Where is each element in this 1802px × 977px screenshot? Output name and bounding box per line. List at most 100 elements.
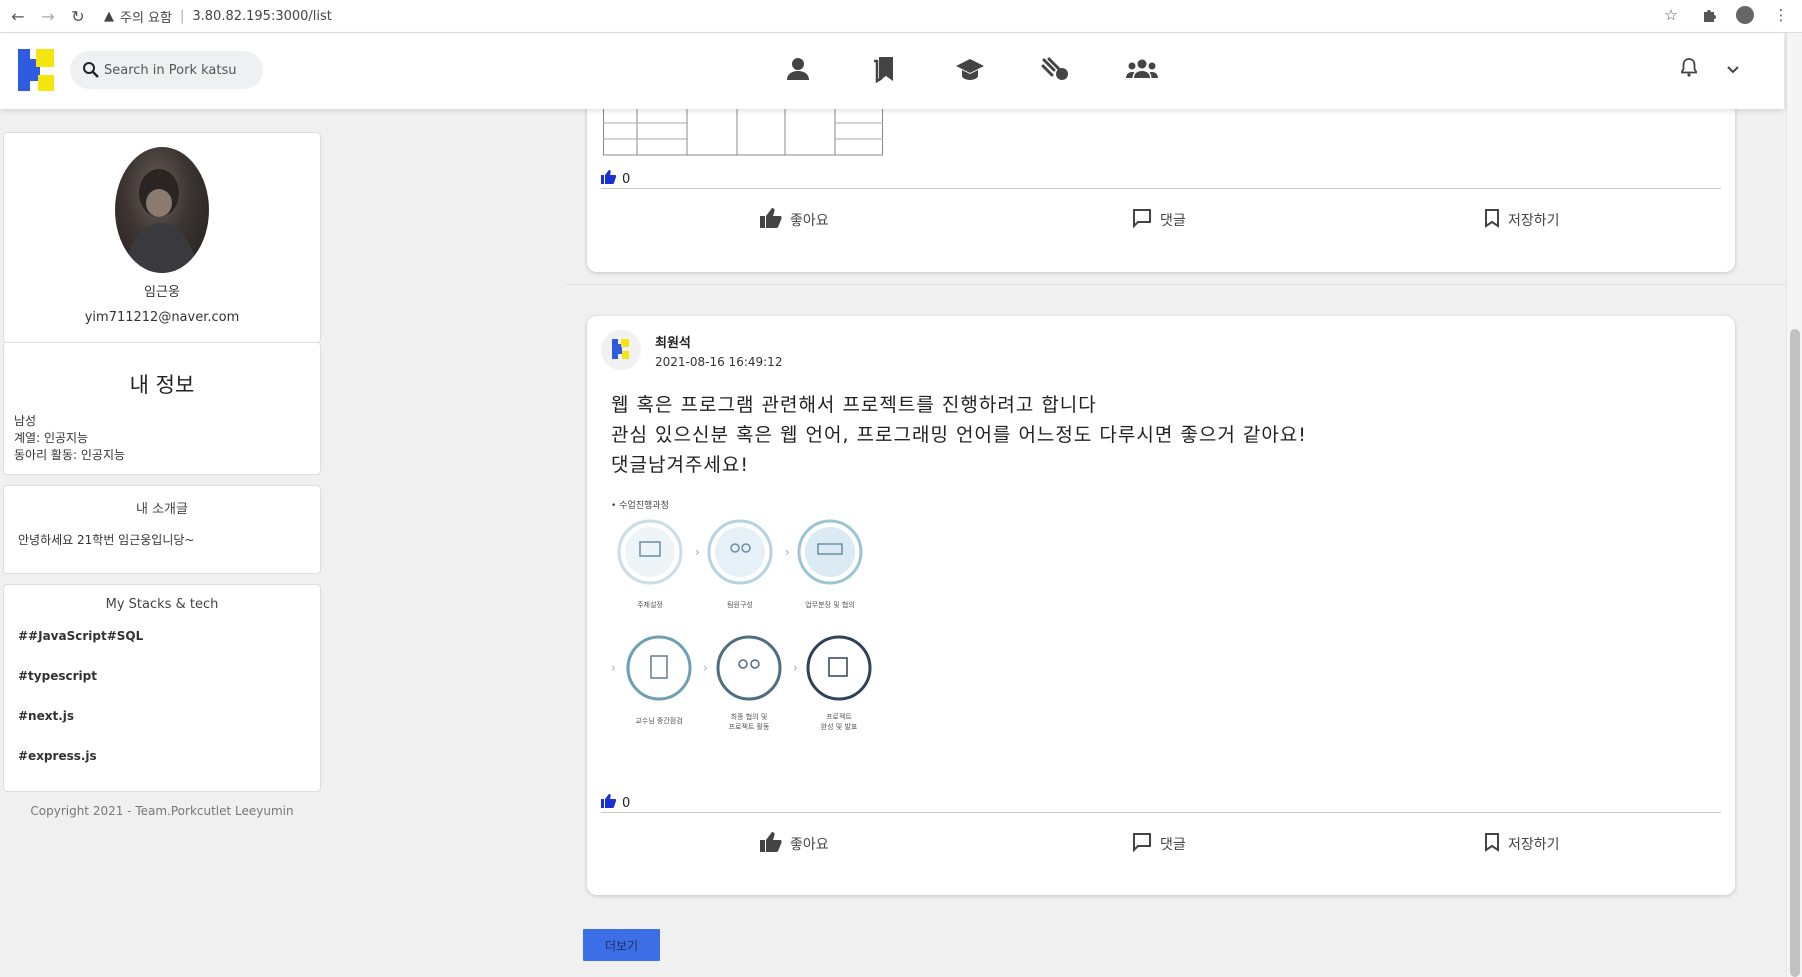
stacks-title: My Stacks & tech (105, 597, 219, 612)
like-count: 0 (601, 794, 630, 812)
thumbs-up-icon (760, 208, 782, 232)
security-warning-text: 주의 요함 (120, 10, 172, 26)
like-label: 좋아요 (790, 837, 829, 853)
diagram-step-label: 교수님 중간점검 (635, 717, 683, 725)
graduation-cap-icon[interactable] (952, 51, 988, 87)
profile-name: 임근웅 (144, 285, 180, 300)
thumbs-up-icon (601, 794, 617, 812)
info-field: 계열: 인공지능 (14, 431, 89, 445)
warning-icon: ▲ (104, 8, 114, 24)
post-divider (601, 188, 1721, 189)
comment-button[interactable]: 댓글 (1132, 832, 1186, 856)
left-sidebar: 임근웅 yim711212@naver.com 내 정보 남성 계열: 인공지능… (3, 132, 321, 818)
like-button[interactable]: 좋아요 (760, 832, 829, 856)
reload-icon[interactable]: ↻ (66, 4, 90, 28)
url-text[interactable]: 3.80.82.195:3000/list (192, 9, 332, 24)
post-line: 관심 있으신분 혹은 웹 언어, 프로그래밍 언어를 어느정도 다루시면 좋으거… (611, 424, 1307, 446)
svg-text:›: › (695, 545, 700, 559)
forward-arrow-icon[interactable]: → (36, 4, 60, 28)
post-body: 웹 혹은 프로그램 관련해서 프로젝트를 진행하려고 합니다 관심 있으신분 혹… (611, 390, 1307, 480)
address-separator: | (179, 8, 185, 24)
like-count: 0 (601, 170, 630, 188)
like-label: 좋아요 (790, 213, 829, 229)
svg-text:›: › (703, 661, 708, 675)
post-card: 최원석 2021-08-16 16:49:12 웹 혹은 프로그램 관련해서 프… (587, 316, 1735, 895)
my-info-title: 내 정보 (129, 373, 195, 397)
hands-wave-icon[interactable] (1038, 51, 1074, 87)
like-button[interactable]: 좋아요 (760, 208, 829, 232)
post-actions: 좋아요 댓글 저장하기 (587, 208, 1735, 248)
svg-text:›: › (611, 661, 616, 675)
diagram-step-label: 최종 협의 및 (730, 713, 768, 721)
browser-profile-icon[interactable] (1736, 6, 1754, 24)
main-nav (780, 51, 1160, 87)
profile-card: 임근웅 yim711212@naver.com (3, 132, 321, 343)
like-count-value: 0 (622, 795, 631, 811)
extensions-puzzle-icon[interactable] (1698, 4, 1720, 26)
comment-label: 댓글 (1160, 837, 1186, 853)
save-button[interactable]: 저장하기 (1484, 832, 1560, 856)
like-count-value: 0 (622, 171, 631, 187)
info-club: 동아리 활동: 인공지능 (14, 448, 126, 462)
author-meta: 최원석 2021-08-16 16:49:12 (655, 330, 782, 369)
comment-bubble-icon (1132, 208, 1152, 232)
post-date: 2021-08-16 16:49:12 (655, 355, 783, 369)
page-scrollbar[interactable] (1786, 33, 1802, 977)
diagram-step-label: 주제설정 (637, 601, 663, 609)
header-right-controls (1680, 57, 1740, 81)
diagram-step-label: 프로젝트 (826, 713, 852, 721)
intro-title: 내 소개글 (136, 502, 188, 517)
post-line: 댓글남겨주세요! (611, 454, 749, 476)
bookmarks-icon[interactable] (866, 51, 902, 87)
intro-text: 안녕하세요 21학번 임근웅입니당~ (18, 533, 195, 547)
diagram-step-label: 업무분장 및 협의 (805, 601, 855, 609)
diagram-step-label: 프로젝트 활동 (728, 723, 770, 731)
svg-text:›: › (793, 661, 798, 675)
bookmark-icon (1484, 208, 1500, 232)
author-avatar[interactable] (601, 330, 641, 370)
diagram-step-label: 팀원구성 (727, 601, 753, 609)
star-bookmark-icon[interactable]: ☆ (1660, 4, 1682, 26)
stacks-card: My Stacks & tech ##JavaScript#SQL #types… (3, 584, 321, 792)
group-people-icon[interactable] (1124, 51, 1160, 87)
browser-right-icons: ☆ ⋮ (1660, 4, 1792, 26)
profile-email: yim711212@naver.com (84, 310, 240, 325)
app-header: Search in Pork katsu (0, 33, 1784, 109)
diagram-step-label: 완성 및 발표 (820, 723, 858, 731)
intro-card: 내 소개글 안녕하세요 21학번 임근웅입니당~ (3, 485, 321, 574)
search-icon (83, 62, 99, 78)
person-icon[interactable] (780, 51, 816, 87)
post-image-diagram: • 수업진행과정 › › › › › 주제설정 팀원구성 업무분장 및 협의 교… (611, 498, 881, 738)
post-actions: 좋아요 댓글 저장하기 (587, 832, 1735, 872)
search-input[interactable]: Search in Pork katsu (104, 63, 237, 78)
stack-tag: #typescript (18, 669, 97, 683)
browser-toolbar: ← → ↻ ▲ 주의 요함 | 3.80.82.195:3000/list ☆ … (0, 0, 1802, 33)
stack-tag: #next.js (18, 709, 75, 723)
thumbs-up-icon (601, 170, 617, 188)
post-divider (601, 812, 1721, 813)
feed-divider (565, 284, 1785, 285)
app-logo[interactable] (18, 47, 56, 93)
save-label: 저장하기 (1508, 213, 1560, 229)
save-button[interactable]: 저장하기 (1484, 208, 1560, 232)
comment-label: 댓글 (1160, 213, 1186, 229)
thumbs-up-icon (760, 832, 782, 856)
comment-button[interactable]: 댓글 (1132, 208, 1186, 232)
post-author: 최원석 2021-08-16 16:49:12 (601, 330, 782, 370)
scrollbar-thumb[interactable] (1790, 329, 1800, 977)
search-bar[interactable]: Search in Pork katsu (70, 51, 263, 89)
chevron-down-icon[interactable] (1726, 60, 1740, 79)
address-bar[interactable]: ▲ 주의 요함 | 3.80.82.195:3000/list (104, 7, 332, 26)
stack-tag: #express.js (18, 749, 97, 763)
post-line: 웹 혹은 프로그램 관련해서 프로젝트를 진행하려고 합니다 (611, 394, 1097, 416)
bell-notification-icon[interactable] (1680, 57, 1698, 81)
save-label: 저장하기 (1508, 837, 1560, 853)
post-image-table-fragment (603, 107, 883, 156)
info-gender: 남성 (14, 414, 37, 428)
back-arrow-icon[interactable]: ← (6, 4, 30, 28)
browser-menu-icon[interactable]: ⋮ (1770, 4, 1792, 26)
stack-tag: ##JavaScript#SQL (18, 629, 144, 643)
author-name[interactable]: 최원석 (655, 332, 782, 351)
load-more-button[interactable]: 더보기 (583, 929, 660, 961)
avatar[interactable] (115, 147, 209, 273)
